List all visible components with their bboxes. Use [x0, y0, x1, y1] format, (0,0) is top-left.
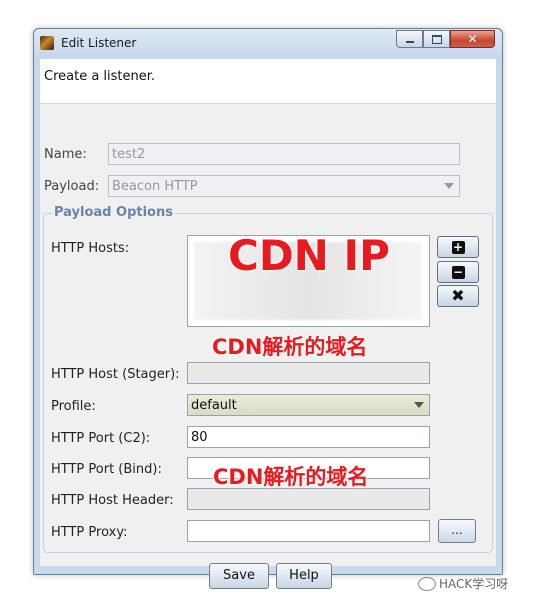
wechat-logo-icon: [418, 576, 436, 591]
name-field[interactable]: test2: [108, 143, 460, 165]
minimize-button[interactable]: [396, 30, 423, 48]
clear-hosts-button[interactable]: ✖: [437, 285, 479, 307]
maximize-icon: [431, 34, 442, 44]
help-button[interactable]: Help: [276, 563, 332, 589]
http-port-c2-field[interactable]: 80: [187, 426, 430, 448]
http-proxy-field[interactable]: [187, 520, 430, 542]
watermark-text: HACK学习呀: [439, 577, 509, 591]
add-host-button[interactable]: +: [437, 236, 479, 258]
window-title: Edit Listener: [61, 36, 137, 50]
remove-x-icon: ✖: [451, 286, 465, 305]
proxy-browse-button[interactable]: ...: [438, 519, 476, 543]
minimize-icon: [405, 41, 414, 43]
title-bar[interactable]: Edit Listener ✕: [34, 29, 502, 57]
save-button[interactable]: Save: [209, 563, 269, 589]
payload-select[interactable]: Beacon HTTP: [108, 175, 460, 197]
payload-options-title: Payload Options: [52, 205, 175, 220]
app-icon: [40, 36, 54, 50]
remove-host-button[interactable]: −: [437, 261, 479, 283]
cdn-domain-stager-annotation: CDN解析的域名: [211, 335, 368, 360]
http-proxy-label: HTTP Proxy:: [51, 525, 128, 540]
description-panel: Create a listener.: [40, 59, 496, 104]
http-host-header-label: HTTP Host Header:: [51, 493, 174, 508]
edit-listener-window: Edit Listener ✕ Create a listener. Name:…: [33, 28, 503, 589]
description-text: Create a listener.: [44, 69, 156, 84]
maximize-button[interactable]: [423, 30, 450, 48]
profile-select-value: default: [191, 398, 237, 413]
http-port-c2-label: HTTP Port (C2):: [51, 431, 151, 446]
payload-select-value: Beacon HTTP: [112, 179, 198, 194]
http-hosts-label: HTTP Hosts:: [51, 241, 130, 256]
cdn-ip-annotation: CDN IP: [228, 231, 391, 281]
profile-select[interactable]: default: [187, 394, 430, 416]
close-button[interactable]: ✕: [450, 30, 495, 48]
cdn-domain-header-annotation: CDN解析的域名: [212, 465, 369, 490]
http-host-header-field[interactable]: [187, 488, 430, 510]
chevron-down-icon: [441, 178, 457, 194]
http-host-stager-label: HTTP Host (Stager):: [51, 367, 180, 382]
name-label: Name:: [44, 147, 87, 162]
http-host-stager-field[interactable]: [187, 362, 430, 384]
profile-label: Profile:: [51, 399, 96, 414]
close-icon: ✕: [467, 32, 478, 46]
http-port-bind-label: HTTP Port (Bind):: [51, 462, 162, 477]
chevron-down-icon: [411, 397, 427, 413]
minus-icon: −: [451, 264, 465, 279]
watermark: HACK学习呀: [418, 575, 508, 592]
payload-label: Payload:: [44, 179, 100, 194]
plus-icon: +: [451, 239, 465, 254]
